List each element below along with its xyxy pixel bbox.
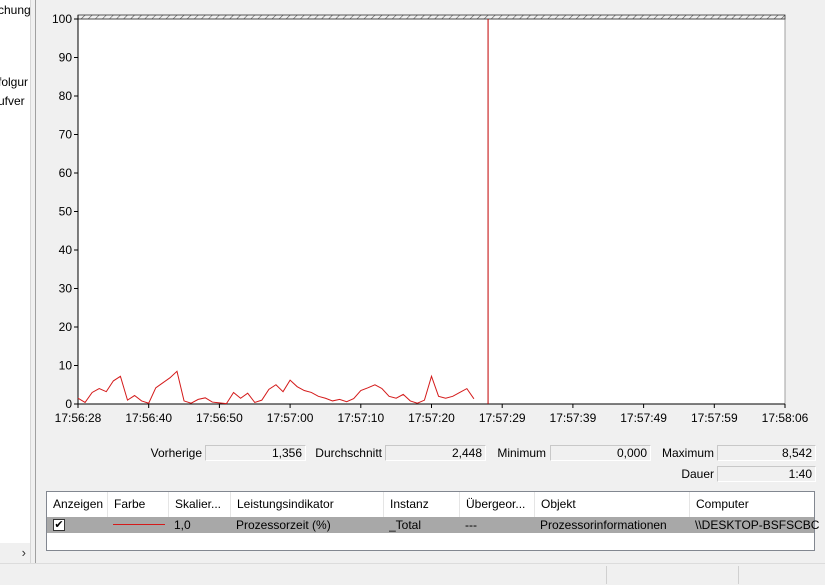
tree-item-2[interactable]: folgur bbox=[0, 75, 28, 89]
x-tick-label: 17:57:00 bbox=[267, 411, 314, 425]
y-tick-label: 20 bbox=[59, 320, 73, 334]
counter-list[interactable]: Anzeigen Farbe Skalier... Leistungsindik… bbox=[46, 491, 819, 551]
y-tick-label: 60 bbox=[59, 166, 73, 180]
y-tick-label: 30 bbox=[59, 282, 73, 296]
average-field: 2,448 bbox=[385, 445, 486, 461]
y-tick-label: 100 bbox=[52, 12, 72, 26]
parent-cell: --- bbox=[465, 518, 477, 532]
column-header-scale[interactable]: Skalier... bbox=[169, 492, 231, 517]
status-separator bbox=[738, 566, 739, 584]
x-tick-label: 17:57:59 bbox=[691, 411, 738, 425]
y-tick-label: 10 bbox=[59, 359, 73, 373]
x-tick-label: 17:57:29 bbox=[479, 411, 526, 425]
minimum-field: 0,000 bbox=[550, 445, 651, 461]
horizontal-scrollbar[interactable]: › bbox=[0, 543, 30, 563]
status-separator bbox=[606, 566, 607, 584]
y-tick-label: 40 bbox=[59, 243, 73, 257]
object-cell: Prozessorinformationen bbox=[540, 518, 667, 532]
series-color-swatch bbox=[113, 524, 165, 525]
scroll-right-arrow-icon[interactable]: › bbox=[22, 545, 26, 560]
y-tick-label: 70 bbox=[59, 128, 73, 142]
navigation-tree[interactable]: chung folgur ufver › bbox=[0, 0, 30, 563]
y-tick-label: 80 bbox=[59, 89, 73, 103]
last-value-field: 1,356 bbox=[205, 445, 306, 461]
minimum-label: Minimum bbox=[497, 446, 546, 460]
column-header-color[interactable]: Farbe bbox=[108, 492, 169, 517]
x-tick-label: 17:56:50 bbox=[196, 411, 243, 425]
x-tick-label: 17:57:49 bbox=[620, 411, 667, 425]
x-tick-label: 17:58:06 bbox=[762, 411, 809, 425]
column-header-show[interactable]: Anzeigen bbox=[47, 492, 108, 517]
y-tick-label: 0 bbox=[65, 397, 72, 411]
column-header-counter[interactable]: Leistungsindikator bbox=[231, 492, 384, 517]
column-header-computer[interactable]: Computer bbox=[690, 492, 814, 517]
scale-cell: 1,0 bbox=[174, 518, 191, 532]
counter-cell: Prozessorzeit (%) bbox=[236, 518, 331, 532]
x-tick-label: 17:56:40 bbox=[125, 411, 172, 425]
average-label: Durchschnitt bbox=[315, 446, 382, 460]
tree-item-1[interactable]: chung bbox=[0, 3, 30, 17]
x-tick-label: 17:57:39 bbox=[550, 411, 597, 425]
scale-limit-band bbox=[77, 14, 786, 20]
maximum-field: 8,542 bbox=[717, 445, 816, 461]
duration-field: 1:40 bbox=[717, 466, 816, 482]
tree-item-3[interactable]: ufver bbox=[0, 94, 25, 108]
x-tick-label: 17:56:28 bbox=[55, 411, 102, 425]
performance-graph-panel: 0 10 20 30 40 50 60 70 80 90 100 17:56:28 17:56:40 17… bbox=[36, 0, 825, 563]
maximum-label: Maximum bbox=[661, 446, 714, 460]
table-row[interactable]: ✔ 1,0 Prozessorzeit (%) _Total --- Proze… bbox=[47, 517, 819, 533]
computer-cell: \\DESKTOP-BSFSCBC bbox=[695, 518, 820, 532]
y-tick-label: 50 bbox=[59, 205, 73, 219]
x-tick-label: 17:57:20 bbox=[408, 411, 455, 425]
x-tick-label: 17:57:10 bbox=[337, 411, 384, 425]
duration-label: Dauer bbox=[681, 467, 714, 481]
plot-background bbox=[77, 18, 786, 405]
instance-cell: _Total bbox=[389, 518, 422, 532]
y-tick-label: 90 bbox=[59, 51, 73, 65]
last-value-label: Vorherige bbox=[150, 446, 202, 460]
column-header-object[interactable]: Objekt bbox=[535, 492, 690, 517]
line-chart: 0 10 20 30 40 50 60 70 80 90 100 17:56:28 17:56:40 17… bbox=[52, 12, 809, 425]
column-header-instance[interactable]: Instanz bbox=[384, 492, 460, 517]
status-bar bbox=[0, 563, 825, 585]
column-header-parent[interactable]: Übergeor... bbox=[460, 492, 535, 517]
show-checkbox[interactable]: ✔ bbox=[53, 519, 65, 531]
